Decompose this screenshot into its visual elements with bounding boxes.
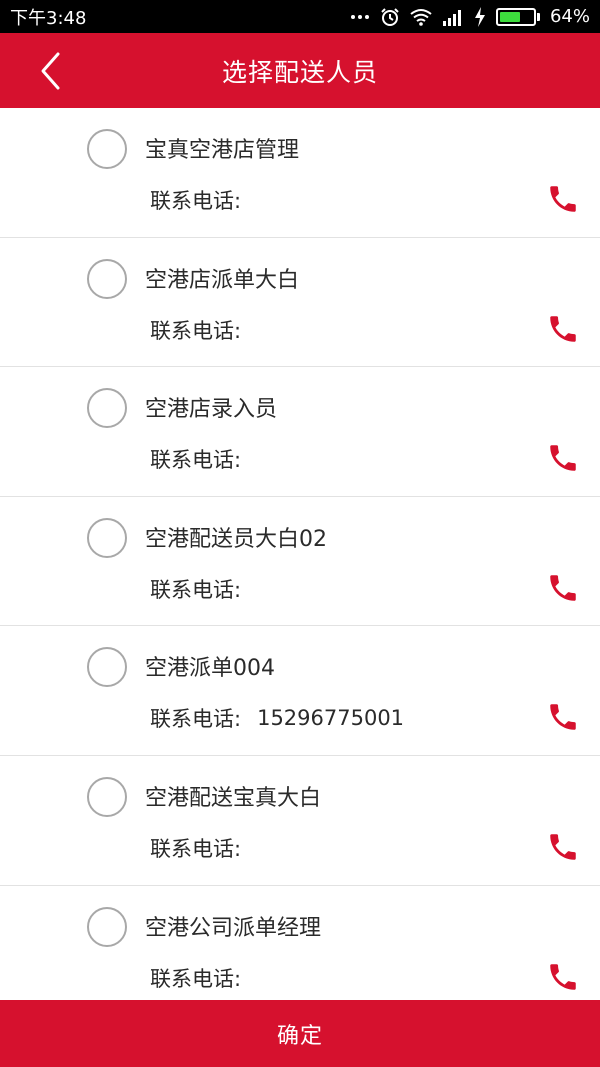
- phone-row: 联系电话:: [150, 444, 241, 474]
- battery-percent: 64%: [549, 6, 590, 27]
- radio-button[interactable]: [87, 258, 127, 299]
- phone-label: 联系电话:: [150, 318, 242, 343]
- confirm-button[interactable]: 确定: [0, 1000, 600, 1067]
- call-button[interactable]: [545, 310, 581, 348]
- call-button[interactable]: [545, 569, 581, 607]
- delivery-person-list[interactable]: 宝真空港店管理 联系电话: 空港店派单大白 联系电话: 空港店录入员 联系电话:: [0, 108, 600, 1000]
- radio-button[interactable]: [87, 776, 127, 817]
- phone-label: 联系电话:: [150, 836, 242, 861]
- charging-bolt-icon: [474, 6, 486, 27]
- call-button[interactable]: [545, 439, 581, 477]
- battery-icon: [495, 7, 540, 26]
- phone-icon: [550, 963, 576, 990]
- phone-label: 联系电话:: [150, 966, 242, 991]
- more-dots-icon: [350, 14, 370, 20]
- wifi-icon: [410, 8, 432, 26]
- radio-button[interactable]: [87, 517, 127, 558]
- phone-row: 联系电话:: [150, 574, 241, 604]
- person-name: 空港配送员大白02: [145, 526, 327, 552]
- phone-icon: [550, 704, 576, 731]
- phone-row: 联系电话:: [150, 315, 241, 345]
- call-button[interactable]: [545, 698, 581, 736]
- status-bar: 下午3:48 64%: [0, 0, 600, 33]
- radio-button[interactable]: [87, 647, 127, 688]
- person-name: 空港店派单大白: [145, 267, 300, 293]
- person-name: 空港店录入员: [145, 397, 278, 423]
- alarm-clock-icon: [380, 7, 400, 27]
- person-name: 空港配送宝真大白: [145, 785, 322, 811]
- status-left: 下午3:48: [10, 4, 86, 30]
- list-item[interactable]: 空港配送员大白02 联系电话:: [0, 497, 600, 627]
- phone-number: 15296775001: [257, 706, 405, 731]
- battery-body: [495, 7, 536, 26]
- phone-label: 联系电话:: [150, 189, 242, 213]
- person-name: 空港派单004: [145, 656, 275, 682]
- phone-label: 联系电话:: [150, 448, 242, 473]
- phone-icon: [550, 445, 576, 471]
- phone-icon: [550, 575, 576, 601]
- back-button[interactable]: [30, 50, 70, 92]
- phone-label: 联系电话:: [150, 577, 242, 602]
- list-item[interactable]: 空港公司派单经理 联系电话:: [0, 886, 600, 1000]
- phone-icon: [550, 186, 576, 212]
- list-item[interactable]: 空港店派单大白 联系电话:: [0, 238, 600, 368]
- phone-row: 联系电话: 15296775001: [150, 703, 404, 733]
- radio-button[interactable]: [87, 388, 127, 429]
- status-time: 下午3:48: [10, 7, 87, 29]
- call-button[interactable]: [545, 828, 581, 866]
- battery-fill: [499, 11, 521, 22]
- page-title: 选择配送人员: [221, 57, 378, 87]
- person-name: 宝真空港店管理: [145, 138, 300, 163]
- phone-label: 联系电话:: [150, 707, 242, 732]
- call-button[interactable]: [545, 958, 581, 996]
- phone-icon: [550, 834, 576, 860]
- battery-tip: [536, 12, 540, 21]
- signal-bars-icon: [442, 8, 464, 26]
- app-header: 选择配送人员: [0, 33, 600, 108]
- radio-button[interactable]: [87, 906, 127, 947]
- chevron-left-icon: [41, 52, 60, 90]
- phone-icon: [550, 315, 576, 342]
- screen: 下午3:48 64% 选择配送人员 宝真空港店管理 联系电话: 空港店派单大白 …: [0, 0, 600, 1067]
- list-item[interactable]: 空港配送宝真大白 联系电话:: [0, 756, 600, 886]
- list-item[interactable]: 空港派单004 联系电话: 15296775001: [0, 626, 600, 756]
- radio-button[interactable]: [87, 129, 127, 169]
- person-name: 空港公司派单经理: [145, 915, 322, 941]
- status-right: 64%: [350, 6, 590, 27]
- call-button[interactable]: [545, 180, 581, 218]
- phone-row: 联系电话:: [150, 185, 241, 215]
- phone-row: 联系电话:: [150, 963, 241, 993]
- phone-row: 联系电话:: [150, 833, 241, 863]
- list-item[interactable]: 空港店录入员 联系电话:: [0, 367, 600, 497]
- list-item[interactable]: 宝真空港店管理 联系电话:: [0, 108, 600, 238]
